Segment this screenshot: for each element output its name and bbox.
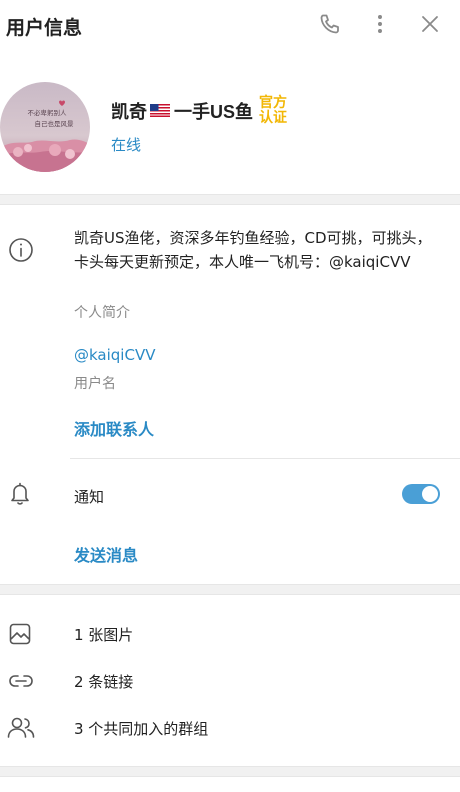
divider	[70, 458, 460, 459]
notifications-toggle[interactable]	[402, 484, 440, 504]
online-status: 在线	[111, 136, 142, 154]
users-icon	[6, 715, 36, 741]
call-button[interactable]	[316, 12, 344, 40]
avatar-text-line2: 自己也是风景	[34, 120, 74, 128]
common-groups-item[interactable]: 3 个共同加入的群组	[74, 718, 208, 739]
header-bar: 用户信息	[0, 0, 460, 52]
links-item[interactable]: 2 条链接	[74, 671, 133, 692]
avatar-text: 不必卑躬别人 自己也是风景	[10, 108, 84, 130]
photos-item[interactable]: 1 张图片	[74, 624, 133, 645]
notifications-label: 通知	[74, 488, 105, 506]
name-prefix: 凯奇	[111, 102, 147, 122]
section-separator	[0, 766, 460, 777]
badge-line1: 官方	[259, 95, 288, 111]
avatar[interactable]: 不必卑躬别人 自己也是风景	[0, 82, 90, 172]
display-name: 凯奇 一手US鱼 官方 认证	[111, 96, 287, 126]
us-flag-icon	[150, 102, 170, 121]
more-button[interactable]	[366, 12, 394, 40]
badge-line2: 认证	[259, 110, 288, 126]
toggle-knob	[422, 486, 438, 502]
official-badge: 官方 认证	[259, 96, 287, 126]
close-icon	[419, 13, 441, 39]
bio-text: 凯奇US渔佬，资深多年钓鱼经验，CD可挑，可挑头，卡头每天更新预定，本人唯一飞机…	[74, 229, 432, 271]
avatar-text-line1: 不必卑躬别人	[27, 109, 67, 117]
image-icon	[8, 622, 32, 646]
section-separator	[0, 194, 460, 205]
username-link[interactable]: @kaiqiCVV	[74, 346, 155, 364]
section-separator	[0, 584, 460, 595]
more-vertical-icon	[368, 12, 392, 40]
profile-section: 不必卑躬别人 自己也是风景 凯奇 一手US鱼 官方 认证 在线	[0, 52, 460, 194]
phone-icon	[318, 12, 342, 40]
username-label: 用户名	[74, 376, 116, 392]
name-suffix: 一手US鱼	[174, 102, 254, 122]
add-contact-button[interactable]: 添加联系人	[74, 416, 154, 440]
info-icon	[8, 237, 34, 263]
link-icon	[7, 669, 35, 693]
page-title: 用户信息	[6, 17, 83, 39]
close-button[interactable]	[416, 12, 444, 40]
send-message-button[interactable]: 发送消息	[74, 542, 138, 566]
bio-label: 个人简介	[74, 305, 130, 321]
bell-icon	[8, 481, 32, 507]
